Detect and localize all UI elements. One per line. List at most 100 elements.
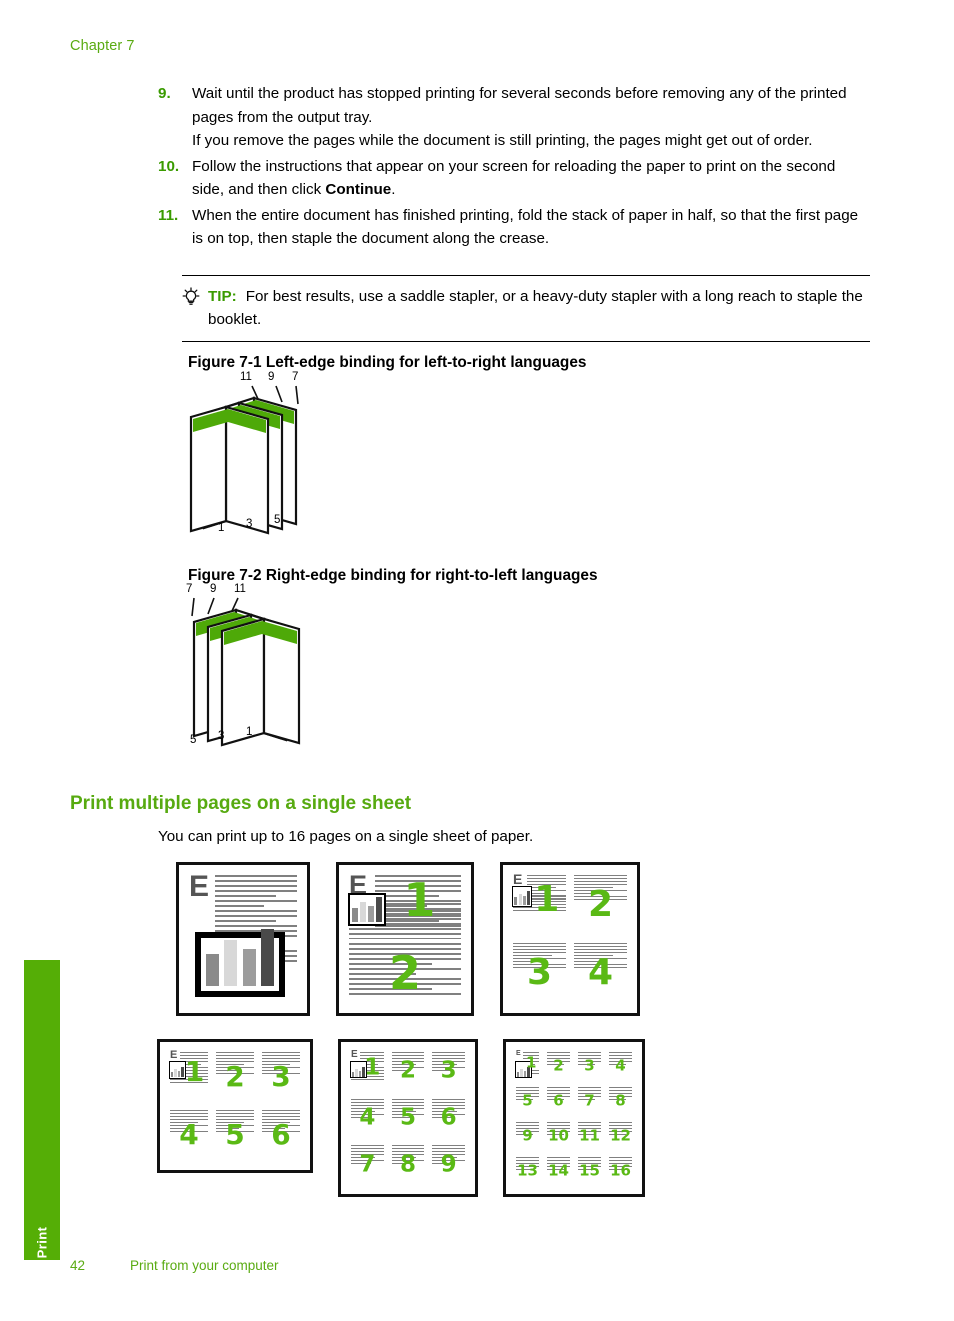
text-line bbox=[215, 920, 276, 922]
chart-bar bbox=[206, 954, 220, 986]
chart-bar bbox=[516, 1071, 520, 1077]
nup-page-cell: 2 bbox=[543, 1048, 574, 1083]
nup-thumbnail-6-up[interactable]: E123456 bbox=[157, 1039, 313, 1173]
text-line bbox=[578, 1157, 601, 1158]
nup-page-cell: 7 bbox=[347, 1141, 388, 1188]
chart-bar bbox=[170, 1071, 174, 1078]
nup-thumbnail-9-up[interactable]: E123456789 bbox=[338, 1039, 478, 1197]
chart-bar bbox=[242, 948, 256, 986]
nup-page-number: 9 bbox=[440, 1151, 457, 1178]
nup-page-number: 4 bbox=[615, 1056, 626, 1074]
text-line bbox=[527, 875, 566, 876]
nup-page-cell: 3 bbox=[574, 1048, 605, 1083]
text-line bbox=[215, 895, 276, 897]
text-line bbox=[215, 925, 297, 927]
nup-page-cell: 2 bbox=[212, 1048, 258, 1106]
nup-page-cell: 5 bbox=[388, 1095, 429, 1142]
figure-7-2-illustration: 7 9 11 5 3 1 bbox=[178, 583, 308, 758]
nup-page-number: 5 bbox=[225, 1118, 245, 1151]
text-line bbox=[432, 1098, 465, 1100]
section-tab-print: Print bbox=[24, 960, 60, 1260]
text-line bbox=[349, 928, 461, 930]
text-line bbox=[216, 1110, 254, 1111]
nup-page-cell: E1 bbox=[509, 871, 570, 939]
text-line bbox=[516, 1122, 539, 1123]
nup-page-cell: 2 bbox=[570, 871, 631, 939]
nup-page-cell: 9 bbox=[428, 1141, 469, 1188]
text-line bbox=[215, 915, 297, 917]
figure-7-2-bottom-label-3: 1 bbox=[246, 726, 253, 738]
text-line bbox=[215, 910, 297, 912]
text-line bbox=[574, 946, 627, 947]
text-line bbox=[391, 1101, 425, 1103]
nup-page-number: 10 bbox=[548, 1126, 569, 1144]
text-line bbox=[170, 1110, 208, 1111]
nup-page-cell: 2 bbox=[388, 1048, 429, 1095]
chart-bar bbox=[522, 896, 526, 905]
step-10-text: Follow the instructions that appear on y… bbox=[192, 157, 836, 199]
chart-bar bbox=[376, 896, 383, 922]
nup-page-cell: 9 bbox=[512, 1118, 543, 1153]
nup-page-number: 14 bbox=[548, 1161, 569, 1179]
nup-page-number: 3 bbox=[271, 1060, 291, 1093]
chart-bar bbox=[355, 1069, 358, 1077]
text-line bbox=[215, 880, 297, 882]
text-line bbox=[578, 1052, 601, 1053]
nup-page-number: 1 bbox=[534, 878, 560, 920]
nup-page-number: 16 bbox=[610, 1161, 631, 1179]
nup-page-cell: E bbox=[185, 871, 301, 1007]
thumbnail-dropcap-letter: E bbox=[170, 1049, 178, 1061]
nup-page-cell: 5 bbox=[512, 1083, 543, 1118]
nup-page-cell: E1 bbox=[166, 1048, 212, 1106]
text-line bbox=[351, 1101, 384, 1103]
nup-page-number: 3 bbox=[440, 1057, 457, 1084]
nup-page-number: 2 bbox=[388, 946, 422, 1000]
instruction-steps: 9. Wait until the product has stopped pr… bbox=[158, 82, 870, 253]
figure-7-1-bottom-label-1: 1 bbox=[218, 522, 225, 534]
text-line bbox=[216, 1116, 254, 1117]
nup-page-number: 6 bbox=[440, 1104, 457, 1131]
text-line bbox=[513, 943, 566, 944]
text-line bbox=[215, 875, 297, 877]
section-tab-label: Print bbox=[34, 1226, 50, 1259]
nup-page-cell: E1 bbox=[347, 1048, 388, 1095]
text-line bbox=[574, 881, 627, 882]
text-line bbox=[391, 1052, 425, 1053]
figure-7-1-illustration: 11 9 7 1 3 5 bbox=[182, 371, 312, 546]
thumbnail-chart-icon bbox=[512, 885, 533, 908]
chart-bar bbox=[518, 894, 522, 905]
nup-thumbnail-16-up[interactable]: E 1 2 3 4 5 6 7 8 9 10 11 12 13 14 15 16 bbox=[503, 1039, 645, 1197]
nup-page-cell: 14 bbox=[543, 1153, 574, 1188]
nup-thumbnail-row-top: EE12E1234 bbox=[176, 862, 640, 1016]
nup-page-cell: 3 bbox=[428, 1048, 469, 1095]
nup-thumbnail-4-up[interactable]: E1234 bbox=[500, 862, 640, 1016]
tip-callout: TIP: For best results, use a saddle stapl… bbox=[182, 275, 870, 342]
nup-page-cell: 3 bbox=[509, 939, 570, 1007]
step-10: 10. Follow the instructions that appear … bbox=[158, 155, 870, 202]
text-line bbox=[432, 1145, 465, 1147]
text-line bbox=[351, 1145, 384, 1147]
nup-page-cell: E1 bbox=[512, 1048, 543, 1083]
step-10-body: Follow the instructions that appear on y… bbox=[192, 155, 870, 202]
nup-page-cell: 4 bbox=[570, 939, 631, 1007]
nup-thumbnail-1-up[interactable]: E bbox=[176, 862, 310, 1016]
nup-page-cell: 8 bbox=[388, 1141, 429, 1188]
nup-page-cell: 8 bbox=[605, 1083, 636, 1118]
figure-7-1-top-label-3: 7 bbox=[292, 371, 299, 383]
nup-page-number: 11 bbox=[579, 1126, 600, 1144]
figure-7-2-top-label-1: 7 bbox=[186, 583, 193, 595]
chart-bar bbox=[181, 1067, 184, 1078]
nup-page-cell: 3 bbox=[258, 1048, 304, 1106]
figure-7-2-caption: Figure 7-2 Right-edge binding for right-… bbox=[188, 567, 598, 584]
nup-page-number: 7 bbox=[584, 1091, 595, 1109]
nup-page-number: 6 bbox=[553, 1091, 564, 1109]
chart-bar bbox=[177, 1070, 181, 1078]
nup-thumbnail-2-up[interactable]: E1 2 bbox=[336, 862, 474, 1016]
step-11-body: When the entire document has finished pr… bbox=[192, 204, 870, 251]
footer-section-title: Print from your computer bbox=[130, 1258, 279, 1273]
section-intro-text: You can print up to 16 pages on a single… bbox=[158, 828, 534, 845]
tip-label: TIP: bbox=[208, 288, 237, 305]
nup-page-cell: 6 bbox=[258, 1106, 304, 1164]
nup-page-number: 2 bbox=[225, 1060, 245, 1093]
chart-bar bbox=[352, 908, 359, 922]
